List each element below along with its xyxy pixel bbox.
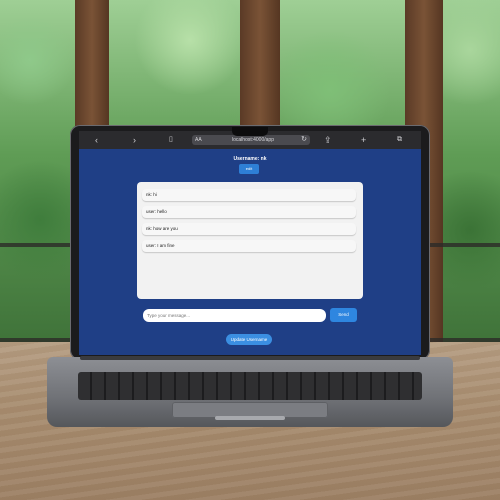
url-text: localhost:4000/app: [232, 137, 274, 143]
username-label: Username: nk: [233, 156, 267, 162]
input-placeholder: Type your message...: [147, 313, 191, 318]
share-icon[interactable]: ⇪: [324, 135, 332, 145]
camera-notch: [232, 127, 268, 136]
message-item: user: hello: [142, 206, 356, 218]
forward-icon[interactable]: ›: [133, 135, 136, 145]
update-username-button[interactable]: Update Username: [226, 334, 272, 345]
new-tab-icon[interactable]: +: [361, 135, 366, 145]
reload-icon[interactable]: ↻: [301, 135, 307, 145]
laptop-front-lip: [215, 416, 285, 420]
message-item: nk: how are you: [142, 223, 356, 235]
tabs-icon[interactable]: ⧉: [397, 135, 402, 145]
edit-button[interactable]: edit: [239, 164, 259, 174]
chat-box: nk: hi user: hello nk: how are you user:…: [137, 182, 363, 299]
message-item: nk: hi: [142, 189, 356, 201]
message-item: user: I am fine: [142, 240, 356, 252]
laptop-hinge: [80, 356, 420, 360]
back-icon[interactable]: ‹: [95, 135, 98, 145]
reader-icon[interactable]: AA: [195, 135, 202, 145]
send-button[interactable]: Send: [330, 308, 357, 322]
address-bar[interactable]: AA localhost:4000/app ↻: [192, 135, 310, 145]
sidebar-icon[interactable]: ▯: [169, 135, 173, 145]
message-input[interactable]: Type your message...: [143, 309, 326, 322]
keyboard: [78, 372, 422, 400]
laptop-screen: ‹ › ▯ AA localhost:4000/app ↻ ⇪ + ⧉ User…: [79, 131, 421, 355]
